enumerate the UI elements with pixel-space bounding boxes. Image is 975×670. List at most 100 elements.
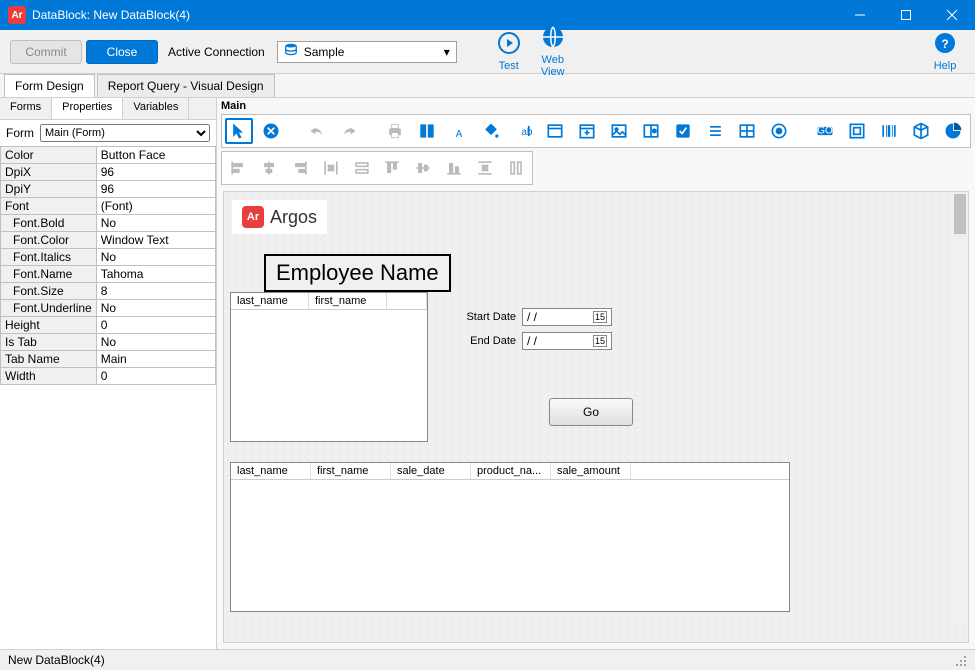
- property-grid[interactable]: ColorButton FaceDpiX96DpiY96Font(Font)Fo…: [0, 146, 216, 649]
- align-center-h-icon[interactable]: [256, 155, 283, 181]
- connection-dropdown[interactable]: Sample ▾: [277, 41, 457, 63]
- tab-report-query[interactable]: Report Query - Visual Design: [97, 74, 275, 97]
- split-tool[interactable]: [637, 118, 665, 144]
- property-row[interactable]: DpiX96: [1, 164, 216, 181]
- align-top-icon[interactable]: [379, 155, 406, 181]
- property-value[interactable]: No: [96, 249, 215, 266]
- chart-tool[interactable]: [939, 118, 967, 144]
- property-value[interactable]: 0: [96, 368, 215, 385]
- column-header[interactable]: sale_date: [391, 463, 471, 479]
- property-name: Width: [1, 368, 97, 385]
- property-value[interactable]: No: [96, 215, 215, 232]
- align-left-icon[interactable]: [225, 155, 252, 181]
- close-window-button[interactable]: [929, 0, 975, 30]
- group-tool[interactable]: [843, 118, 871, 144]
- property-value[interactable]: 96: [96, 164, 215, 181]
- maximize-button[interactable]: [883, 0, 929, 30]
- property-value[interactable]: Button Face: [96, 147, 215, 164]
- print-tool[interactable]: [381, 118, 409, 144]
- property-row[interactable]: Font.ColorWindow Text: [1, 232, 216, 249]
- start-date-input[interactable]: / /15: [522, 308, 612, 326]
- redo-button[interactable]: [335, 118, 363, 144]
- align-middle-icon[interactable]: [410, 155, 437, 181]
- image-tool[interactable]: [605, 118, 633, 144]
- col-last-name[interactable]: last_name: [231, 293, 309, 309]
- undo-button[interactable]: [303, 118, 331, 144]
- label-tool[interactable]: ab: [509, 118, 537, 144]
- calendar-icon[interactable]: 15: [593, 311, 607, 323]
- web-view-button[interactable]: Web View: [533, 25, 573, 78]
- help-button[interactable]: ? Help: [925, 31, 965, 72]
- logo-widget[interactable]: Ar Argos: [232, 200, 327, 234]
- property-row[interactable]: DpiY96: [1, 181, 216, 198]
- same-height-icon[interactable]: [502, 155, 529, 181]
- close-button[interactable]: Close: [86, 40, 158, 64]
- distribute-v-icon[interactable]: [471, 155, 498, 181]
- commit-button[interactable]: Commit: [10, 40, 82, 64]
- list-tool[interactable]: [701, 118, 729, 144]
- property-value[interactable]: 8: [96, 283, 215, 300]
- start-date-label: Start Date: [456, 311, 516, 323]
- date-tool[interactable]: [573, 118, 601, 144]
- book-tool[interactable]: [413, 118, 441, 144]
- column-header[interactable]: sale_amount: [551, 463, 631, 479]
- employee-name-label[interactable]: Employee Name: [264, 254, 451, 292]
- cube-tool[interactable]: [907, 118, 935, 144]
- property-row[interactable]: Font.Size8: [1, 283, 216, 300]
- design-panel: Main A ab GO: [217, 98, 975, 649]
- align-bottom-icon[interactable]: [441, 155, 468, 181]
- design-canvas[interactable]: Ar Argos Employee Name last_name first_n…: [223, 191, 969, 643]
- checkbox-tool[interactable]: [669, 118, 697, 144]
- property-name: Font.Underline: [1, 300, 97, 317]
- form-selector[interactable]: Main (Form): [40, 124, 210, 142]
- subtab-forms[interactable]: Forms: [0, 98, 52, 119]
- property-value[interactable]: No: [96, 300, 215, 317]
- property-row[interactable]: Tab NameMain: [1, 351, 216, 368]
- text-tool[interactable]: A: [445, 118, 473, 144]
- scrollbar-thumb[interactable]: [954, 194, 966, 234]
- subtab-variables[interactable]: Variables: [123, 98, 189, 119]
- property-row[interactable]: Font.NameTahoma: [1, 266, 216, 283]
- property-row[interactable]: Is TabNo: [1, 334, 216, 351]
- go-link-tool[interactable]: GO: [811, 118, 839, 144]
- resize-grip-icon[interactable]: [953, 653, 967, 667]
- go-button[interactable]: Go: [549, 398, 633, 426]
- end-date-input[interactable]: / /15: [522, 332, 612, 350]
- employee-grid[interactable]: last_name first_name: [230, 292, 428, 442]
- property-row[interactable]: Font.ItalicsNo: [1, 249, 216, 266]
- barcode-tool[interactable]: [875, 118, 903, 144]
- property-row[interactable]: ColorButton Face: [1, 147, 216, 164]
- property-value[interactable]: Tahoma: [96, 266, 215, 283]
- results-grid[interactable]: last_namefirst_namesale_dateproduct_na..…: [230, 462, 790, 612]
- radio-tool[interactable]: [765, 118, 793, 144]
- same-width-icon[interactable]: [348, 155, 375, 181]
- property-row[interactable]: Height0: [1, 317, 216, 334]
- property-value[interactable]: 96: [96, 181, 215, 198]
- property-row[interactable]: Width0: [1, 368, 216, 385]
- calendar-icon[interactable]: 15: [593, 335, 607, 347]
- column-header[interactable]: product_na...: [471, 463, 551, 479]
- column-header[interactable]: last_name: [231, 463, 311, 479]
- property-value[interactable]: No: [96, 334, 215, 351]
- grid-tool[interactable]: [733, 118, 761, 144]
- panel-tool[interactable]: [541, 118, 569, 144]
- minimize-button[interactable]: [837, 0, 883, 30]
- delete-tool[interactable]: [257, 118, 285, 144]
- property-value[interactable]: Window Text: [96, 232, 215, 249]
- subtab-properties[interactable]: Properties: [52, 98, 123, 119]
- property-value[interactable]: Main: [96, 351, 215, 368]
- property-value[interactable]: (Font): [96, 198, 215, 215]
- property-row[interactable]: Font.BoldNo: [1, 215, 216, 232]
- col-first-name[interactable]: first_name: [309, 293, 387, 309]
- vertical-scrollbar[interactable]: [952, 192, 968, 622]
- property-row[interactable]: Font.UnderlineNo: [1, 300, 216, 317]
- property-row[interactable]: Font(Font): [1, 198, 216, 215]
- column-header[interactable]: first_name: [311, 463, 391, 479]
- fill-tool[interactable]: [477, 118, 505, 144]
- property-value[interactable]: 0: [96, 317, 215, 334]
- test-button[interactable]: Test: [489, 31, 529, 72]
- tab-form-design[interactable]: Form Design: [4, 74, 95, 97]
- distribute-h-icon[interactable]: [317, 155, 344, 181]
- pointer-tool[interactable]: [225, 118, 253, 144]
- align-right-icon[interactable]: [287, 155, 314, 181]
